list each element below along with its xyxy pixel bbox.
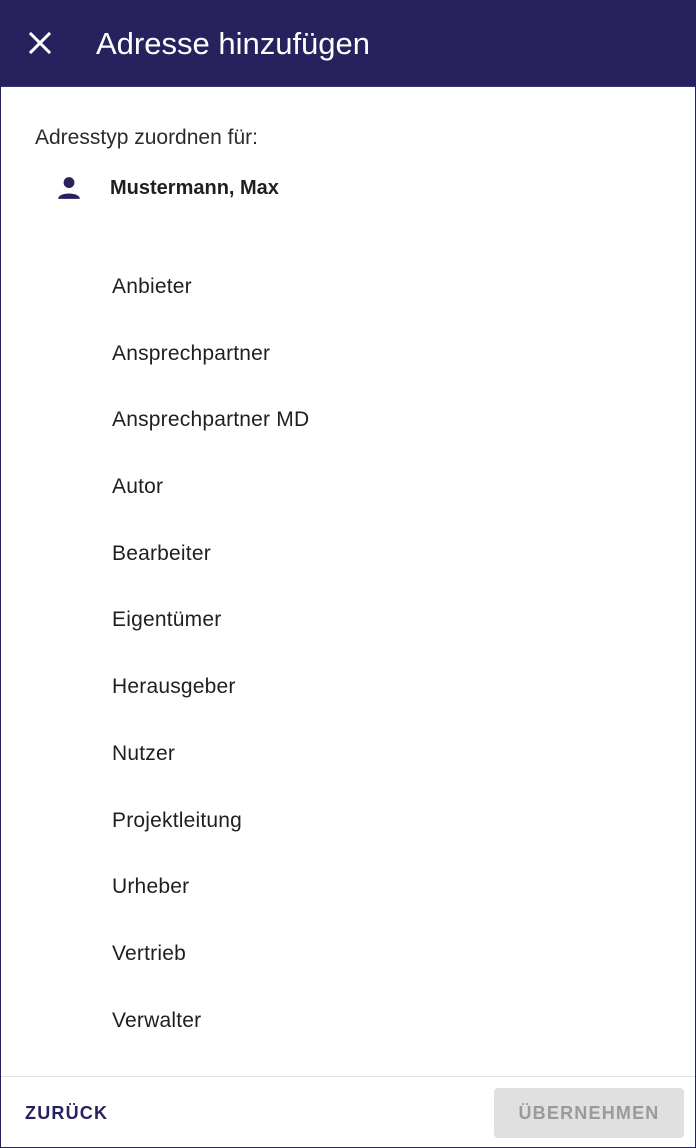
address-type-label: Ansprechpartner	[112, 341, 271, 365]
header-divider	[1, 86, 695, 87]
address-type-option[interactable]: Vertrieb	[1, 921, 695, 988]
address-type-label: Autor	[112, 475, 164, 499]
address-type-option[interactable]: Bearbeiter	[1, 521, 695, 588]
address-type-option[interactable]: Verwalter	[1, 988, 695, 1055]
address-type-label: Anbieter	[112, 275, 192, 298]
footer-divider	[1, 1076, 695, 1077]
selected-user: Mustermann, Max	[56, 171, 456, 205]
dialog-title: Adresse hinzufügen	[96, 26, 371, 61]
dialog-header: Adresse hinzufügen	[1, 1, 695, 86]
assign-subtitle: Adresstyp zuordnen für:	[35, 126, 258, 149]
address-type-label: Verwalter	[112, 1008, 202, 1032]
address-type-label: Vertrieb	[112, 941, 186, 965]
person-icon	[58, 177, 80, 199]
address-type-label: Ansprechpartner MD	[112, 408, 310, 432]
close-button[interactable]	[21, 24, 59, 62]
address-type-label: Nutzer	[112, 741, 176, 765]
address-type-option[interactable]: Eigentümer	[1, 587, 695, 654]
close-icon	[28, 31, 52, 55]
address-type-option[interactable]: Projektleitung	[1, 788, 695, 855]
user-name: Mustermann, Max	[110, 177, 279, 199]
address-type-option[interactable]: Ansprechpartner	[1, 321, 695, 388]
address-type-list: Anbieter Ansprechpartner Ansprechpartner…	[1, 254, 695, 1054]
address-type-label: Eigentümer	[112, 608, 222, 632]
address-type-option[interactable]: Anbieter	[1, 254, 695, 321]
address-type-label: Herausgeber	[112, 675, 236, 699]
address-type-option[interactable]: Urheber	[1, 854, 695, 921]
address-type-label: Bearbeiter	[112, 541, 211, 565]
address-type-option[interactable]: Autor	[1, 454, 695, 521]
add-address-dialog: Adresse hinzufügen Adresstyp zuordnen fü…	[0, 0, 696, 1148]
back-button[interactable]: ZURÜCK	[15, 1091, 118, 1135]
address-type-label: Urheber	[112, 875, 190, 899]
address-type-label: Projektleitung	[112, 808, 243, 832]
address-type-option[interactable]: Nutzer	[1, 721, 695, 788]
address-type-option[interactable]: Herausgeber	[1, 654, 695, 721]
address-type-option[interactable]: Ansprechpartner MD	[1, 387, 695, 454]
apply-button[interactable]: ÜBERNEHMEN	[494, 1088, 684, 1138]
